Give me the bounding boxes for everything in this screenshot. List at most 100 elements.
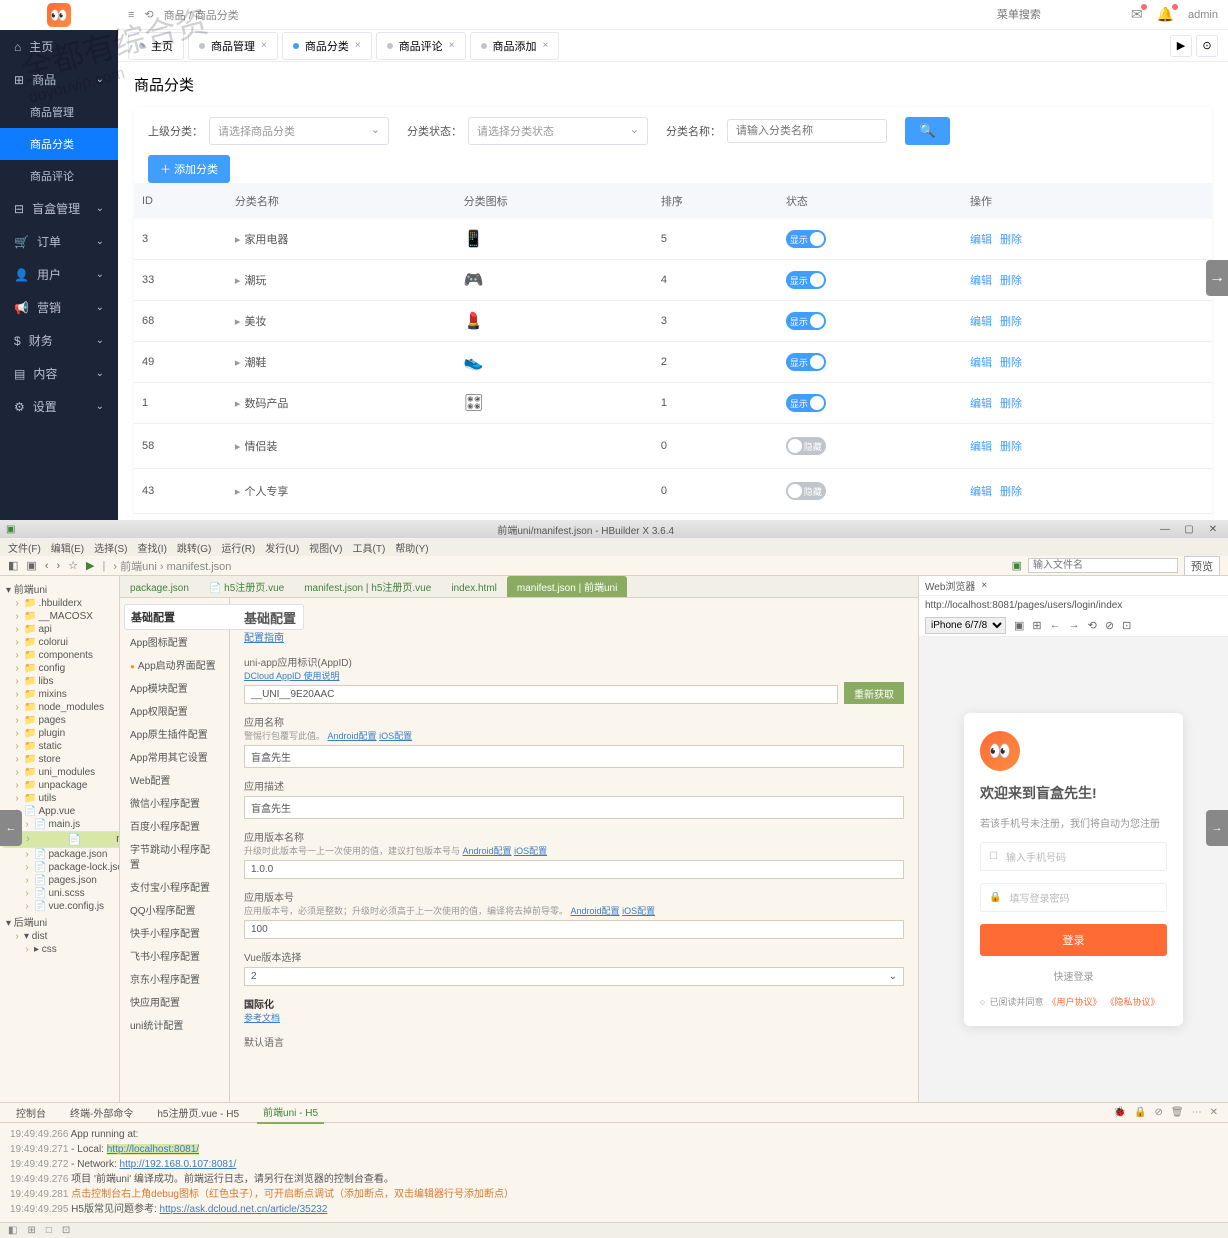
versioncode-field[interactable]: 100 bbox=[244, 920, 904, 939]
tree-item[interactable]: ▾ 后端uni bbox=[2, 913, 117, 930]
menu-item[interactable]: 编辑(E) bbox=[51, 540, 84, 555]
manifest-section[interactable]: 百度小程序配置 bbox=[124, 814, 225, 837]
edit-link[interactable]: 编辑 bbox=[970, 441, 992, 453]
editor-tab[interactable]: manifest.json | h5注册页.vue bbox=[294, 576, 441, 597]
edit-link[interactable]: 编辑 bbox=[970, 357, 992, 369]
manifest-section[interactable]: App常用其它设置 bbox=[124, 745, 225, 768]
device-select[interactable]: iPhone 6/7/8 bbox=[925, 617, 1006, 634]
sidebar-subitem[interactable]: 商品管理 bbox=[0, 96, 118, 128]
quick-login-link[interactable]: 快速登录 bbox=[980, 968, 1167, 983]
sidebar-subitem[interactable]: 商品评论 bbox=[0, 160, 118, 192]
sidebar-item-7[interactable]: ▤内容⌄ bbox=[0, 357, 118, 390]
sidebar-item-4[interactable]: 👤用户⌄ bbox=[0, 258, 118, 291]
status-switch[interactable]: 隐藏 bbox=[786, 482, 826, 500]
close-icon[interactable]: × bbox=[543, 40, 549, 51]
sidebar-item-8[interactable]: ⚙设置⌄ bbox=[0, 390, 118, 423]
tree-item[interactable]: ›📁libs bbox=[2, 675, 117, 688]
menu-item[interactable]: 运行(R) bbox=[221, 540, 255, 555]
trash-icon[interactable]: 🗑 bbox=[1171, 1107, 1184, 1118]
expand-icon[interactable]: ▸ bbox=[235, 275, 241, 287]
status-switch[interactable]: 显示 bbox=[786, 312, 826, 330]
manifest-section[interactable]: QQ小程序配置 bbox=[124, 898, 225, 921]
manifest-section[interactable]: 字节跳动小程序配置 bbox=[124, 837, 225, 875]
status-switch[interactable]: 隐藏 bbox=[786, 437, 826, 455]
back-icon[interactable]: ‹ bbox=[45, 560, 49, 572]
manifest-section[interactable]: 快手小程序配置 bbox=[124, 921, 225, 944]
tree-item[interactable]: ›📁config bbox=[2, 662, 117, 675]
status-switch[interactable]: 显示 bbox=[786, 230, 826, 248]
run-icon[interactable]: ▶ bbox=[86, 559, 94, 572]
tree-item[interactable]: ›📄package-lock.json bbox=[2, 861, 117, 874]
preview-address[interactable]: http://localhost:8081/pages/users/login/… bbox=[919, 596, 1228, 615]
manifest-section[interactable]: 京东小程序配置 bbox=[124, 967, 225, 990]
qr-icon[interactable]: ⊞ bbox=[1032, 619, 1041, 632]
log-url-link[interactable]: http://localhost:8081/ bbox=[107, 1144, 199, 1155]
forward-icon[interactable]: › bbox=[56, 560, 60, 572]
file-search-input[interactable] bbox=[1028, 558, 1178, 573]
back-icon[interactable]: ← bbox=[1050, 619, 1061, 632]
dock-icon[interactable]: ▣ bbox=[1014, 619, 1024, 632]
delete-link[interactable]: 删除 bbox=[1000, 398, 1022, 410]
sidebar-item-3[interactable]: 🛒订单⌄ bbox=[0, 225, 118, 258]
tab-menu-icon[interactable]: ⊙ bbox=[1196, 35, 1218, 57]
tree-item[interactable]: ›📁uni_modules bbox=[2, 766, 117, 779]
i18n-doc-link[interactable]: 参考文档 bbox=[244, 1013, 280, 1023]
tree-item[interactable]: ›📁colorui bbox=[2, 636, 117, 649]
debug-icon[interactable]: 🐞 bbox=[1114, 1107, 1126, 1118]
menu-item[interactable]: 工具(T) bbox=[353, 540, 386, 555]
appid-help-link[interactable]: DCloud AppID 使用说明 bbox=[244, 671, 340, 681]
tree-item[interactable]: ›▸ css bbox=[2, 943, 117, 956]
status-switch[interactable]: 显示 bbox=[786, 271, 826, 289]
menu-item[interactable]: 查找(I) bbox=[137, 540, 166, 555]
menu-item[interactable]: 跳转(G) bbox=[177, 540, 211, 555]
log-url-link[interactable]: https://ask.dcloud.net.cn/article/35232 bbox=[160, 1204, 328, 1215]
console-tab[interactable]: 控制台 bbox=[10, 1102, 52, 1123]
page-tab[interactable]: 商品添加× bbox=[470, 32, 560, 60]
delete-link[interactable]: 删除 bbox=[1000, 275, 1022, 287]
page-tab[interactable]: 商品管理× bbox=[188, 32, 278, 60]
sidebar-item-0[interactable]: ⌂主页 bbox=[0, 30, 118, 63]
reget-button[interactable]: 重新获取 bbox=[844, 682, 904, 704]
expand-icon[interactable]: ▸ bbox=[235, 234, 241, 246]
manifest-section[interactable]: App图标配置 bbox=[124, 630, 225, 653]
sidebar-item-1[interactable]: ⊞商品⌄ bbox=[0, 63, 118, 96]
status-switch[interactable]: 显示 bbox=[786, 394, 826, 412]
message-icon[interactable]: ✉ bbox=[1131, 6, 1143, 23]
manifest-section[interactable]: 飞书小程序配置 bbox=[124, 944, 225, 967]
agree-radio[interactable]: ○ bbox=[980, 997, 985, 1007]
maximize-icon[interactable]: ▢ bbox=[1180, 524, 1198, 535]
editor-tab[interactable]: 📄 h5注册页.vue bbox=[199, 576, 294, 597]
manifest-section[interactable]: Web配置 bbox=[124, 768, 225, 791]
drawer-handle-right[interactable]: → bbox=[1206, 810, 1228, 846]
devtools-icon[interactable]: ⊡ bbox=[1122, 619, 1131, 632]
close-icon[interactable]: × bbox=[261, 40, 267, 51]
manifest-section[interactable]: App原生插件配置 bbox=[124, 722, 225, 745]
forward-icon[interactable]: → bbox=[1069, 619, 1080, 632]
menu-item[interactable]: 选择(S) bbox=[94, 540, 127, 555]
close-icon[interactable]: × bbox=[449, 40, 455, 51]
close-icon[interactable]: ✕ bbox=[1210, 1107, 1218, 1118]
lock-icon[interactable]: 🔒 bbox=[1134, 1107, 1146, 1118]
more-icon[interactable]: ⋯ bbox=[1192, 1107, 1202, 1118]
config-guide-link[interactable]: 配置指南 bbox=[244, 629, 904, 644]
tree-item[interactable]: ›▾ dist bbox=[2, 930, 117, 943]
edit-link[interactable]: 编辑 bbox=[970, 275, 992, 287]
expand-icon[interactable]: ▸ bbox=[235, 486, 241, 498]
sidebar-subitem[interactable]: 商品分类 bbox=[0, 128, 118, 160]
sidebar-item-5[interactable]: 📢营销⌄ bbox=[0, 291, 118, 324]
ios-config-link[interactable]: iOS配置 bbox=[379, 731, 412, 741]
terminal-icon[interactable]: ▣ bbox=[26, 559, 36, 572]
tree-item[interactable]: ›📁components bbox=[2, 649, 117, 662]
manifest-section[interactable]: App启动界面配置 bbox=[124, 653, 225, 676]
close-icon[interactable]: ✕ bbox=[1204, 524, 1222, 535]
tree-item[interactable]: ›📁mixins bbox=[2, 688, 117, 701]
expand-icon[interactable]: ▸ bbox=[235, 398, 241, 410]
search-button[interactable]: 🔍 bbox=[905, 117, 950, 145]
android-config-link[interactable]: Android配置 bbox=[571, 906, 620, 916]
vue-select[interactable]: 2⌄ bbox=[244, 967, 904, 986]
console-tab[interactable]: 终端-外部命令 bbox=[64, 1102, 139, 1123]
refresh-icon[interactable]: ⟲ bbox=[1088, 619, 1097, 632]
expand-icon[interactable]: ▸ bbox=[235, 441, 241, 453]
user-name[interactable]: admin bbox=[1188, 9, 1218, 21]
phone-input[interactable]: ☐输入手机号码 bbox=[980, 842, 1167, 871]
